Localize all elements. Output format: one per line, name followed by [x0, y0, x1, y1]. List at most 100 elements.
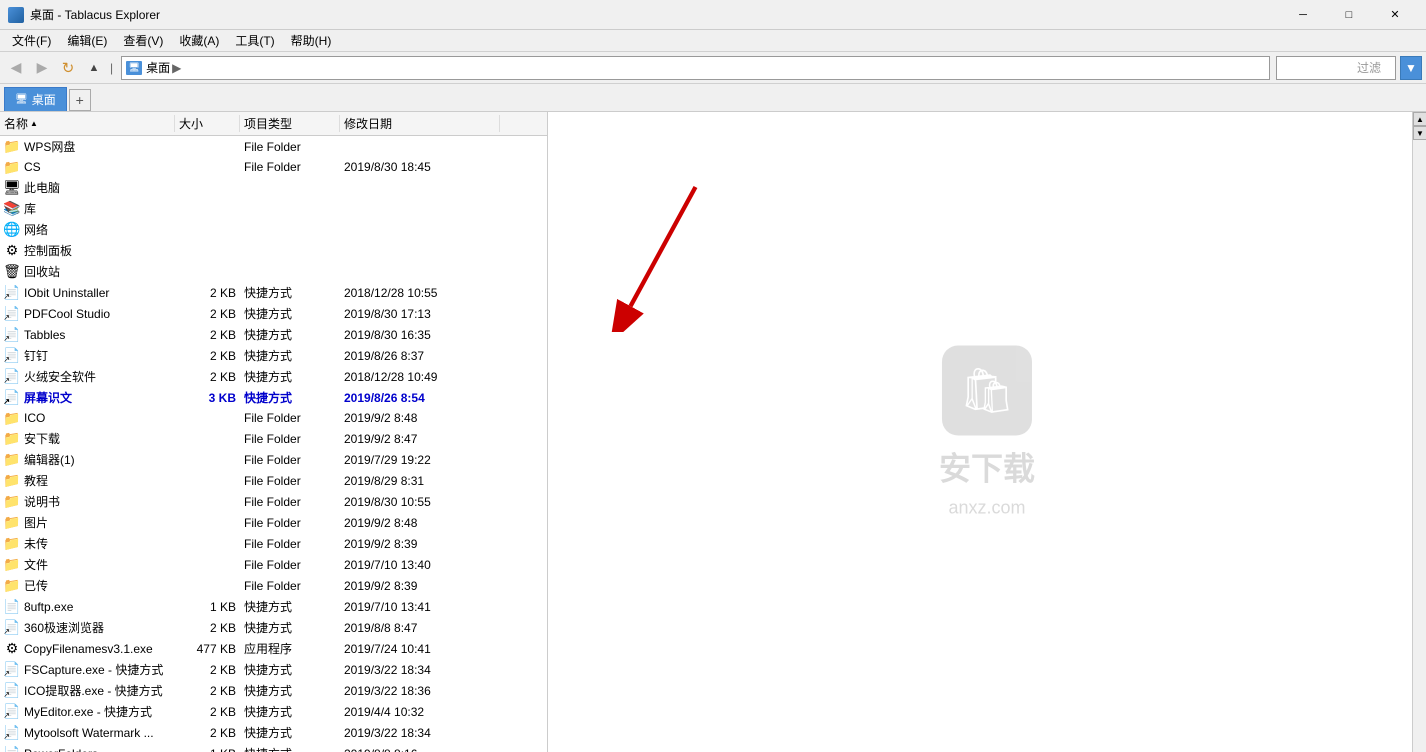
menu-view[interactable]: 查看(V)	[115, 30, 171, 51]
file-name-text: PDFCool Studio	[24, 307, 110, 321]
table-row[interactable]: 📄↗ PDFCool Studio 2 KB 快捷方式 2019/8/30 17…	[0, 303, 547, 324]
address-bar[interactable]: 🖥 桌面 ▶	[121, 56, 1270, 80]
table-row[interactable]: 📄↗ Mytoolsoft Watermark ... 2 KB 快捷方式 20…	[0, 722, 547, 743]
scrollbar-up-button[interactable]: ▲	[1413, 112, 1426, 126]
table-row[interactable]: 📁 文件 File Folder 2019/7/10 13:40	[0, 554, 547, 575]
table-row[interactable]: ⚙ 控制面板	[0, 240, 547, 261]
menu-tools[interactable]: 工具(T)	[227, 30, 282, 51]
file-name-text: 火绒安全软件	[24, 368, 96, 385]
table-row[interactable]: 📄↗ IObit Uninstaller 2 KB 快捷方式 2018/12/2…	[0, 282, 547, 303]
file-date: 2019/9/2 8:39	[340, 579, 500, 593]
table-row[interactable]: 📁 说明书 File Folder 2019/8/30 10:55	[0, 491, 547, 512]
file-date: 2019/9/2 8:48	[340, 516, 500, 530]
menu-file[interactable]: 文件(F)	[4, 30, 59, 51]
table-row[interactable]: 📁 CS File Folder 2019/8/30 18:45	[0, 157, 547, 177]
filter-box[interactable]: 过滤	[1276, 56, 1396, 80]
file-name: 📄↗ MyEditor.exe - 快捷方式	[0, 703, 175, 720]
table-row[interactable]: 📁 教程 File Folder 2019/8/29 8:31	[0, 470, 547, 491]
col-header-name[interactable]: 名称 ▲	[0, 115, 175, 132]
close-button[interactable]: ✕	[1372, 0, 1418, 30]
file-name-text: 钉钉	[24, 347, 48, 364]
file-name-text: 图片	[24, 514, 48, 531]
table-row[interactable]: 📁 WPS网盘 File Folder	[0, 136, 547, 157]
file-size: 2 KB	[175, 705, 240, 719]
file-type: File Folder	[240, 453, 340, 467]
table-row[interactable]: 📄↗ 屏幕识文 3 KB 快捷方式 2019/8/26 8:54	[0, 387, 547, 408]
back-button[interactable]: ◀	[4, 56, 28, 80]
table-row[interactable]: 🖥 此电脑	[0, 177, 547, 198]
menu-edit[interactable]: 编辑(E)	[59, 30, 115, 51]
table-row[interactable]: 📁 安下载 File Folder 2019/9/2 8:47	[0, 428, 547, 449]
table-row[interactable]: 📄↗ MyEditor.exe - 快捷方式 2 KB 快捷方式 2019/4/…	[0, 701, 547, 722]
filter-input[interactable]	[1277, 61, 1357, 75]
file-name-text: CopyFilenamesv3.1.exe	[24, 642, 153, 656]
file-size: 2 KB	[175, 349, 240, 363]
tab-add-button[interactable]: +	[69, 89, 91, 111]
file-size: 2 KB	[175, 663, 240, 677]
file-type-icon: 🗑	[4, 264, 20, 280]
file-type-icon: 📄↗	[4, 327, 20, 343]
table-row[interactable]: 📁 ICO File Folder 2019/9/2 8:48	[0, 408, 547, 428]
title-bar-left: 桌面 - Tablacus Explorer	[8, 6, 160, 23]
file-name: 📄↗ Mytoolsoft Watermark ...	[0, 725, 175, 741]
up-button[interactable]: ▲	[82, 56, 106, 80]
table-row[interactable]: 📁 未传 File Folder 2019/9/2 8:39	[0, 533, 547, 554]
file-size: 2 KB	[175, 621, 240, 635]
file-date: 2019/4/4 10:32	[340, 705, 500, 719]
menu-favorites[interactable]: 收藏(A)	[171, 30, 227, 51]
file-size: 2 KB	[175, 286, 240, 300]
file-date: 2019/8/8 8:16	[340, 747, 500, 752]
file-name: 📄↗ PowerFolders	[0, 746, 175, 752]
minimize-button[interactable]: ─	[1280, 0, 1326, 30]
file-date: 2019/8/30 18:45	[340, 160, 500, 174]
maximize-button[interactable]: □	[1326, 0, 1372, 30]
table-row[interactable]: 🌐 网络	[0, 219, 547, 240]
file-type-icon: 📄↗	[4, 620, 20, 636]
col-header-size[interactable]: 大小	[175, 115, 240, 132]
file-name-text: 教程	[24, 472, 48, 489]
table-row[interactable]: 📚 库	[0, 198, 547, 219]
scrollbar-down-button[interactable]: ▼	[1413, 126, 1426, 140]
watermark-url: anxz.com	[948, 498, 1025, 519]
table-row[interactable]: 📄↗ 火绒安全软件 2 KB 快捷方式 2018/12/28 10:49	[0, 366, 547, 387]
file-type-icon: 📁	[4, 410, 20, 426]
table-row[interactable]: 📄↗ Tabbles 2 KB 快捷方式 2019/8/30 16:35	[0, 324, 547, 345]
table-row[interactable]: 📄↗ 360极速浏览器 2 KB 快捷方式 2019/8/8 8:47	[0, 617, 547, 638]
file-type-icon: 📚	[4, 201, 20, 217]
table-row[interactable]: 📄 8uftp.exe 1 KB 快捷方式 2019/7/10 13:41	[0, 596, 547, 617]
file-type-icon: 📁	[4, 139, 20, 155]
file-date: 2019/3/22 18:36	[340, 684, 500, 698]
table-row[interactable]: ⚙ CopyFilenamesv3.1.exe 477 KB 应用程序 2019…	[0, 638, 547, 659]
file-date: 2019/8/30 16:35	[340, 328, 500, 342]
filter-button[interactable]: ▼	[1400, 56, 1422, 80]
table-row[interactable]: 📄↗ FSCapture.exe - 快捷方式 2 KB 快捷方式 2019/3…	[0, 659, 547, 680]
file-name-text: ICO	[24, 411, 45, 425]
menu-help[interactable]: 帮助(H)	[283, 30, 340, 51]
file-name-text: 360极速浏览器	[24, 619, 104, 636]
table-row[interactable]: 📁 已传 File Folder 2019/9/2 8:39	[0, 575, 547, 596]
table-row[interactable]: 📄↗ ICO提取器.exe - 快捷方式 2 KB 快捷方式 2019/3/22…	[0, 680, 547, 701]
right-panel-scrollbar[interactable]: ▲ ▼	[1412, 112, 1426, 752]
table-row[interactable]: 📁 编辑器(1) File Folder 2019/7/29 19:22	[0, 449, 547, 470]
file-date: 2019/9/2 8:39	[340, 537, 500, 551]
file-date: 2019/7/29 19:22	[340, 453, 500, 467]
file-date: 2019/8/29 8:31	[340, 474, 500, 488]
col-header-date[interactable]: 修改日期	[340, 115, 500, 132]
file-name: 📁 未传	[0, 535, 175, 552]
tab-desktop[interactable]: 🖥 桌面	[4, 87, 67, 111]
file-name-text: 文件	[24, 556, 48, 573]
file-name: 📄↗ PDFCool Studio	[0, 306, 175, 322]
table-row[interactable]: 📄↗ PowerFolders 1 KB 快捷方式 2019/8/8 8:16	[0, 743, 547, 752]
file-type: File Folder	[240, 140, 340, 154]
file-size: 3 KB	[175, 391, 240, 405]
right-panel: 🛍 安下载 anxz.com ▲ ▼	[548, 112, 1426, 752]
table-row[interactable]: 📁 图片 File Folder 2019/9/2 8:48	[0, 512, 547, 533]
file-name-text: 屏幕识文	[24, 389, 72, 406]
table-row[interactable]: 🗑 回收站	[0, 261, 547, 282]
table-row[interactable]: 📄↗ 钉钉 2 KB 快捷方式 2019/8/26 8:37	[0, 345, 547, 366]
col-header-type[interactable]: 项目类型	[240, 115, 340, 132]
file-list-panel[interactable]: 名称 ▲ 大小 项目类型 修改日期 📁 WPS网盘 File Folder 📁 …	[0, 112, 548, 752]
file-type-icon: 📁	[4, 431, 20, 447]
forward-button[interactable]: ▶	[30, 56, 54, 80]
refresh-button[interactable]: ↻	[56, 56, 80, 80]
